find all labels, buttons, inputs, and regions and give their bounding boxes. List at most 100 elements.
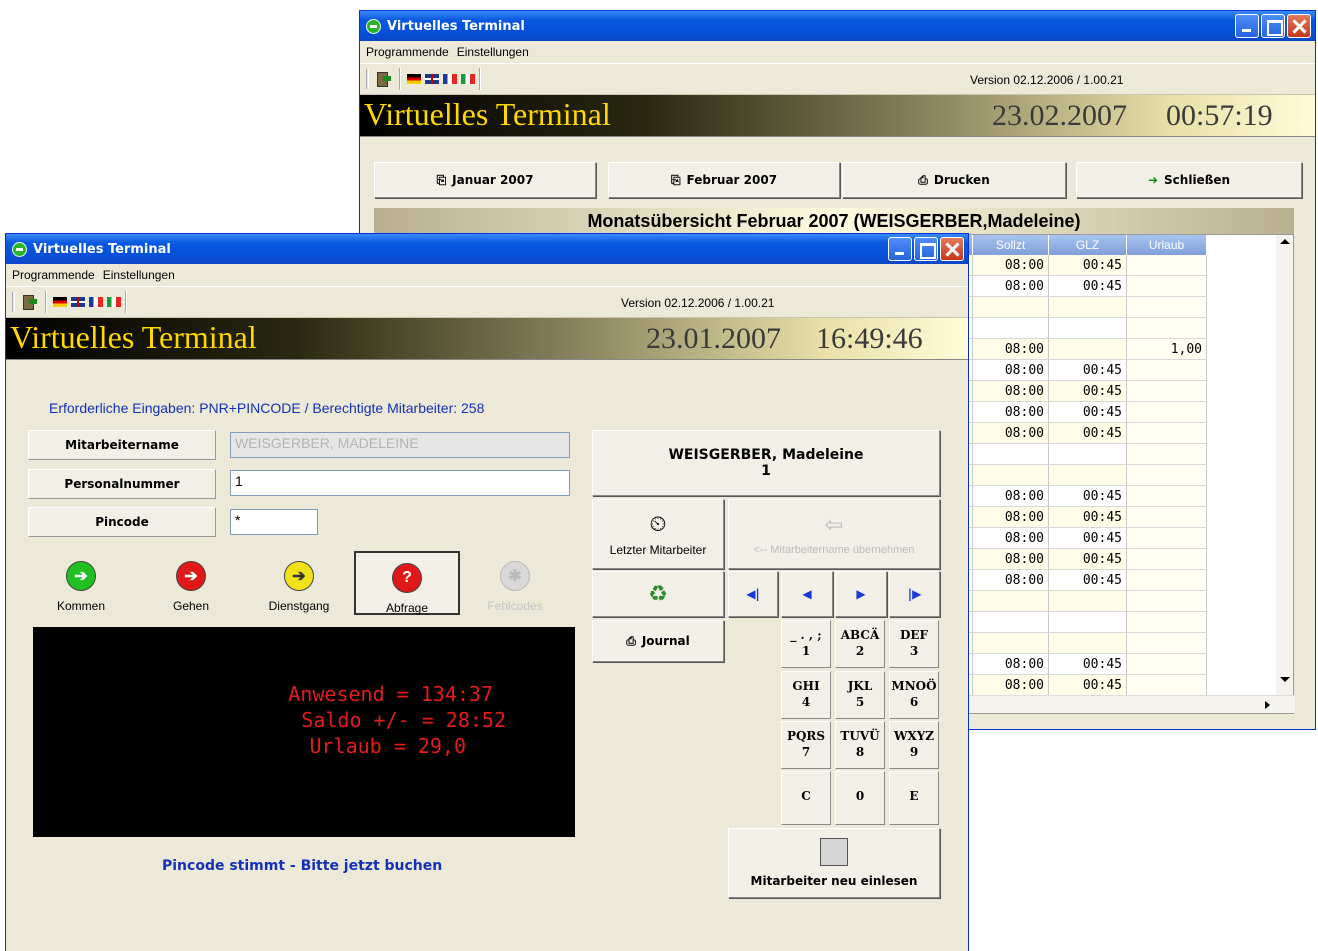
minimize-icon[interactable] [888, 237, 912, 261]
january-button[interactable]: ⎘ Januar 2007 [374, 162, 596, 198]
clock-icon: ⏲ [649, 511, 667, 536]
employee-name: WEISGERBER, Madeleine [668, 447, 864, 463]
grid-cell [1127, 507, 1207, 528]
key-letters: JKL [847, 679, 873, 693]
grid-cell: 00:45 [1049, 549, 1127, 570]
key-digit: 5 [855, 695, 865, 709]
version-label: Version 02.12.2006 / 1.00.21 [621, 296, 775, 310]
grid-cell [1049, 318, 1127, 339]
maximize-icon[interactable] [1261, 14, 1285, 38]
app-icon [366, 18, 381, 34]
key-letters [782, 778, 830, 788]
keypad-key-4[interactable]: GHI 4 [781, 671, 831, 719]
grid-cell [1127, 528, 1207, 549]
next-record-button[interactable]: ▶ [835, 571, 887, 617]
grid-cell: 08:00 [973, 402, 1049, 423]
keypad-key-6[interactable]: MNOÖ 6 [889, 671, 939, 719]
close-icon[interactable] [1287, 14, 1311, 38]
keypad-key-1[interactable]: _ . , ; 1 [781, 620, 831, 668]
february-button[interactable]: ⎘ Februar 2007 [608, 162, 840, 198]
front-titlebar[interactable]: Virtuelles Terminal [6, 234, 968, 264]
last-record-button[interactable]: |▶ [889, 571, 940, 617]
flag-it-icon[interactable] [107, 297, 121, 307]
journal-button[interactable]: ⎙ Journal [592, 620, 724, 662]
reload-employees-button[interactable]: Mitarbeiter neu einlesen [728, 828, 940, 898]
grid-cell [1049, 591, 1127, 612]
keypad-key-2[interactable]: ABCÄ 2 [835, 620, 885, 668]
action-gehen-button[interactable]: ➔ Gehen [138, 551, 244, 615]
recycle-button[interactable]: ♻ [592, 571, 724, 617]
action-kommen-button[interactable]: ➔ Kommen [28, 551, 134, 615]
keypad-key-5[interactable]: JKL 5 [835, 671, 885, 719]
column-header[interactable]: Urlaub [1127, 235, 1207, 255]
exit-icon[interactable] [375, 71, 391, 87]
banner-time: 16:49:46 [816, 322, 923, 355]
take-name-button[interactable]: ⇦ <-- Mitarbeitername übernehmen [728, 499, 940, 569]
exit-icon[interactable] [21, 294, 37, 310]
vertical-scrollbar[interactable] [1276, 235, 1293, 695]
action-abfrage-button[interactable]: ? Abfrage [354, 551, 460, 615]
grid-cell [1127, 654, 1207, 675]
key-digit: 7 [801, 745, 811, 759]
keypad-key-9[interactable]: WXYZ 9 [889, 721, 939, 769]
column-header[interactable]: GLZ [1049, 235, 1127, 255]
table-title: Monatsübersicht Februar 2007 (WEISGERBER… [374, 208, 1294, 234]
keypad-key-8[interactable]: TUVÜ 8 [835, 721, 885, 769]
grid-cell [1049, 444, 1127, 465]
pin-field[interactable]: * [230, 509, 318, 535]
flag-fr-icon[interactable] [443, 74, 457, 84]
pnr-field[interactable]: 1 [230, 470, 570, 496]
key-letters: PQRS [786, 729, 826, 743]
minimize-icon[interactable] [1235, 14, 1259, 38]
grid-cell [973, 297, 1049, 318]
flag-de-icon[interactable] [407, 74, 421, 84]
arrow-circle-icon: ➔ [284, 561, 314, 591]
grid-cell: 08:00 [973, 276, 1049, 297]
menu-programmende[interactable]: Programmende [366, 45, 449, 59]
keypad-key-3[interactable]: DEF 3 [889, 620, 939, 668]
action-label: Dienstgang [268, 599, 330, 613]
flag-gb-icon[interactable] [425, 74, 439, 84]
grid-cell: 00:45 [1049, 276, 1127, 297]
recycle-icon: ♻ [648, 581, 668, 607]
keypad-key-c[interactable]: C [781, 771, 831, 825]
action-fehlcodes-button[interactable]: ✱ Fehlcodes [462, 551, 568, 615]
keypad-key-e[interactable]: E [889, 771, 939, 825]
keypad-key-7[interactable]: PQRS 7 [781, 721, 831, 769]
flag-fr-icon[interactable] [89, 297, 103, 307]
scroll-right-icon[interactable] [1265, 701, 1270, 709]
grid-cell: 08:00 [973, 507, 1049, 528]
keypad-key-0[interactable]: 0 [835, 771, 885, 825]
grid-cell [1127, 633, 1207, 654]
key-letters [836, 778, 884, 788]
menu-einstellungen[interactable]: Einstellungen [457, 45, 529, 59]
back-titlebar[interactable]: Virtuelles Terminal [360, 11, 1315, 41]
action-label: Kommen [56, 599, 106, 613]
column-header[interactable]: Sollzt [973, 235, 1049, 255]
grid-cell: 00:45 [1049, 675, 1127, 696]
key-digit: 8 [855, 745, 865, 759]
flag-de-icon[interactable] [53, 297, 67, 307]
menu-programmende[interactable]: Programmende [12, 268, 95, 282]
asterisk-icon: ✱ [500, 561, 530, 591]
calendar-icon: ⎘ [670, 172, 681, 187]
flag-it-icon[interactable] [461, 74, 475, 84]
menu-einstellungen[interactable]: Einstellungen [103, 268, 175, 282]
close-button[interactable]: ➜ Schließen [1076, 162, 1302, 198]
close-icon[interactable] [940, 237, 964, 261]
scroll-down-icon[interactable] [1280, 677, 1290, 682]
key-digit: C [801, 789, 811, 803]
action-dienstgang-button[interactable]: ➔ Dienstgang [246, 551, 352, 615]
maximize-icon[interactable] [914, 237, 938, 261]
flag-gb-icon[interactable] [71, 297, 85, 307]
grid-cell [1127, 612, 1207, 633]
last-employee-button[interactable]: ⏲ Letzter Mitarbeiter [592, 499, 724, 569]
scroll-up-icon[interactable] [1280, 239, 1290, 244]
print-button[interactable]: ⎙ Drucken [842, 162, 1066, 198]
grid-cell: 08:00 [973, 360, 1049, 381]
grid-cell: 00:45 [1049, 507, 1127, 528]
grid-cell [1127, 255, 1207, 276]
front-banner: Virtuelles Terminal 23.01.2007 16:49:46 [6, 318, 968, 360]
first-record-button[interactable]: ◀| [728, 571, 778, 617]
prev-record-button[interactable]: ◀ [781, 571, 833, 617]
